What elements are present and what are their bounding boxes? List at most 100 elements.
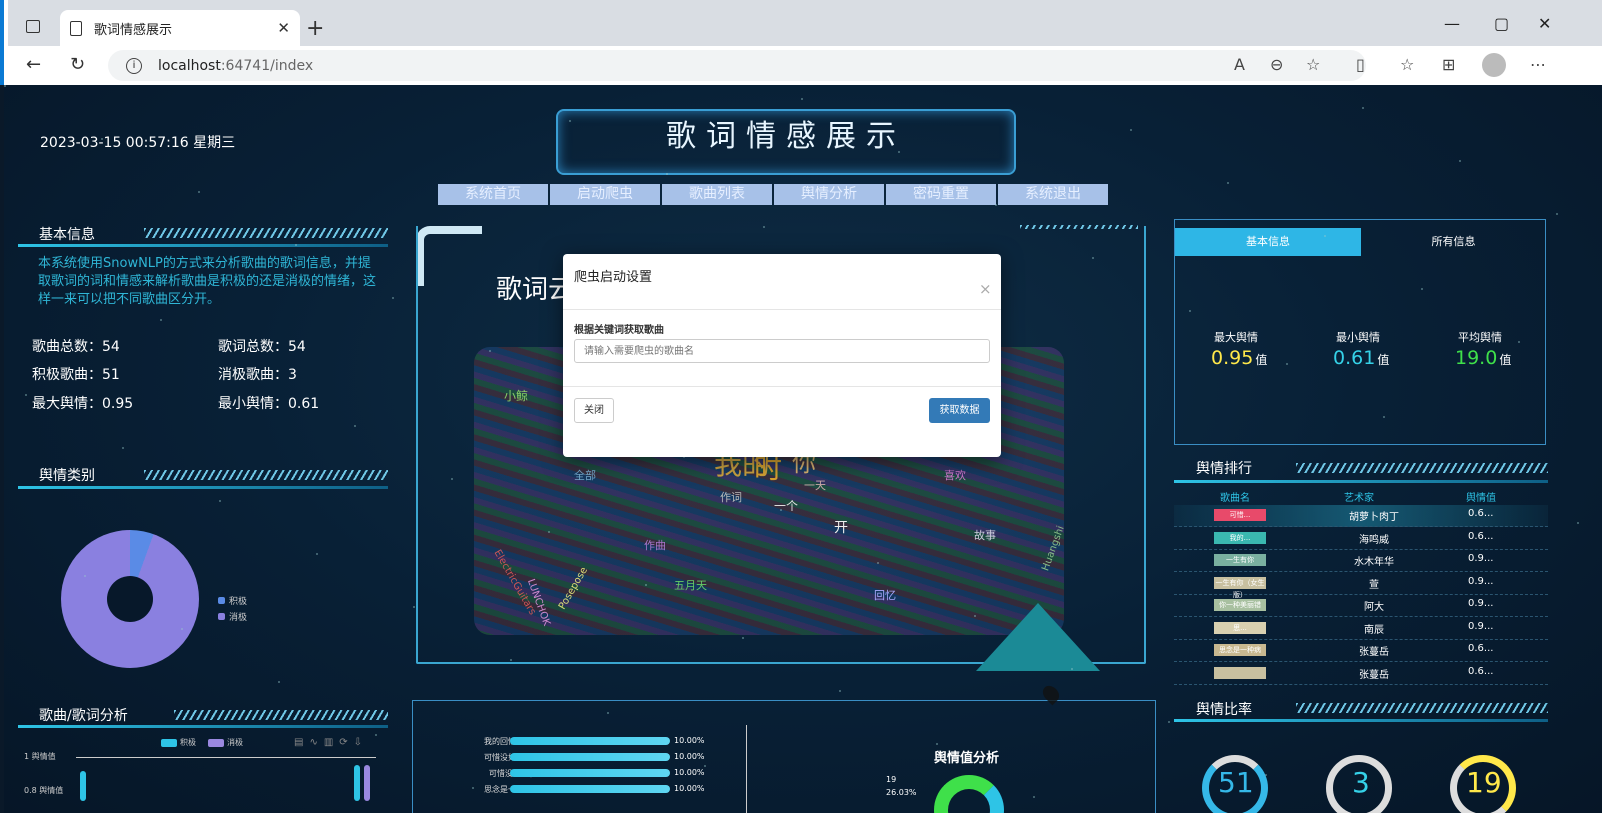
bar-value: 10.00% bbox=[674, 752, 705, 761]
bar-positive bbox=[354, 765, 360, 801]
artist-name: 萱 bbox=[1369, 579, 1379, 591]
fetch-data-button[interactable]: 获取数据 bbox=[929, 398, 990, 423]
artist-name: 海鸣威 bbox=[1359, 534, 1389, 546]
address-bar-row: ← ↻ i localhost:64741/index A ⊖ ☆ ▯ ☆ ⊞ … bbox=[8, 46, 1602, 85]
back-arrow-icon[interactable]: ← bbox=[26, 54, 41, 75]
table-row[interactable]: 一生有你 水木年华 0.9... bbox=[1174, 550, 1548, 572]
metric-unit: 值 bbox=[1255, 353, 1268, 367]
song-analysis-title: 歌曲/歌词分析 bbox=[39, 708, 128, 724]
star-decoration bbox=[1459, 160, 1461, 162]
decoration bbox=[976, 603, 1100, 671]
star-decoration bbox=[295, 244, 297, 246]
nav-sentiment[interactable]: 舆情分析 bbox=[774, 184, 884, 205]
metric-label: 最大舆情 bbox=[1214, 331, 1258, 344]
stat-positive: 积极歌曲：51 bbox=[32, 367, 120, 383]
star-decoration bbox=[25, 394, 27, 396]
browser-tab[interactable]: 歌词情感展示 ✕ bbox=[60, 10, 300, 46]
table-row[interactable]: 我的... 海鸣威 0.6... bbox=[1174, 528, 1548, 550]
favorite-add-icon[interactable]: ☆ bbox=[1306, 55, 1320, 74]
divider bbox=[1174, 719, 1548, 722]
sentiment-value: 0.9... bbox=[1468, 553, 1494, 564]
bar-value: 10.00% bbox=[674, 768, 705, 777]
new-tab-button[interactable]: + bbox=[306, 16, 324, 41]
star-decoration bbox=[1362, 107, 1364, 109]
star-decoration bbox=[489, 350, 491, 352]
star-decoration bbox=[666, 173, 668, 175]
favorites-icon[interactable]: ☆ bbox=[1400, 55, 1414, 74]
close-icon[interactable]: × bbox=[979, 280, 992, 298]
tab-actions-icon[interactable] bbox=[26, 20, 40, 33]
star-decoration bbox=[413, 606, 415, 608]
star-decoration bbox=[569, 120, 571, 122]
star-decoration bbox=[936, 743, 938, 745]
legend-negative[interactable]: 消极 bbox=[218, 610, 247, 623]
read-aloud-icon[interactable]: A bbox=[1234, 55, 1245, 74]
song-keyword-input[interactable] bbox=[574, 339, 990, 363]
legend-positive[interactable]: 积极 bbox=[218, 594, 247, 607]
decoration bbox=[1296, 463, 1548, 473]
star-decoration bbox=[607, 712, 609, 714]
close-window-button[interactable]: ✕ bbox=[1538, 14, 1551, 33]
legend-positive[interactable]: 积极 bbox=[161, 737, 196, 748]
song-name: 你一种美丽错 bbox=[1214, 599, 1266, 611]
ratio-value: 3 bbox=[1352, 766, 1370, 799]
column-header: 舆情值 bbox=[1466, 493, 1496, 504]
cloud-word: 一个 bbox=[774, 499, 799, 513]
page-title: 歌词情感展示 bbox=[666, 119, 906, 154]
ranking-title: 舆情排行 bbox=[1196, 461, 1252, 477]
table-row[interactable]: 思念是一种病 张蔓岳 0.6... bbox=[1174, 640, 1548, 662]
chart-toolbox-icon[interactable]: ▤∿▥⟳⇩ bbox=[294, 737, 368, 748]
divider bbox=[563, 386, 1001, 387]
close-button[interactable]: 关闭 bbox=[574, 398, 614, 423]
minimize-button[interactable]: — bbox=[1444, 14, 1460, 33]
nav-start-crawler[interactable]: 启动爬虫 bbox=[550, 184, 660, 205]
star-decoration bbox=[472, 787, 474, 789]
star-decoration bbox=[839, 690, 841, 692]
tab-basic-info[interactable]: 基本信息 bbox=[1175, 228, 1361, 256]
table-row[interactable]: 可惜... 胡萝卜肉丁 0.6... bbox=[1174, 505, 1548, 527]
metric-value: 19.0 值 bbox=[1455, 347, 1511, 369]
nav-home[interactable]: 系统首页 bbox=[438, 184, 548, 205]
divider bbox=[18, 725, 388, 728]
document-icon bbox=[70, 20, 82, 36]
maximize-button[interactable]: ▢ bbox=[1494, 14, 1509, 33]
close-tab-icon[interactable]: ✕ bbox=[277, 19, 290, 37]
star-decoration bbox=[63, 266, 65, 268]
collections-icon[interactable]: ⊞ bbox=[1442, 55, 1455, 74]
table-row[interactable]: 思... 南辰 0.9... bbox=[1174, 618, 1548, 640]
more-icon[interactable]: ⋯ bbox=[1530, 55, 1546, 74]
system-intro: 本系统使用SnowNLP的方式来分析歌曲的歌词信息，并提取歌词的词和情感来解析歌… bbox=[38, 256, 377, 307]
stat-min: 最小舆情：0.61 bbox=[218, 396, 320, 412]
profile-avatar[interactable] bbox=[1482, 53, 1506, 77]
bar-negative bbox=[364, 765, 370, 801]
zoom-icon[interactable]: ⊖ bbox=[1270, 55, 1283, 74]
info-icon[interactable]: i bbox=[126, 57, 142, 74]
star-decoration bbox=[375, 734, 377, 736]
cloud-word: Posepose bbox=[556, 565, 591, 612]
legend-negative[interactable]: 消极 bbox=[208, 737, 243, 748]
star-decoration bbox=[160, 319, 162, 321]
song-name: 思念是一种病 bbox=[1214, 644, 1266, 656]
legend-label: 消极 bbox=[227, 738, 243, 747]
nav-password-reset[interactable]: 密码重置 bbox=[886, 184, 996, 205]
metric-number: 0.61 bbox=[1333, 347, 1376, 369]
column-header: 歌曲名 bbox=[1220, 493, 1250, 504]
table-row[interactable]: 张蔓岳 0.6... bbox=[1174, 663, 1548, 685]
star-decoration bbox=[1092, 257, 1094, 259]
metric-value: 0.61 值 bbox=[1333, 347, 1389, 369]
split-screen-icon[interactable]: ▯ bbox=[1356, 55, 1365, 74]
star-decoration bbox=[1480, 469, 1482, 471]
cloud-word: 五月天 bbox=[674, 579, 707, 592]
url-bar[interactable]: i localhost:64741/index bbox=[108, 50, 1366, 81]
tab-all-info[interactable]: 所有信息 bbox=[1361, 228, 1546, 256]
refresh-icon[interactable]: ↻ bbox=[70, 54, 85, 75]
star-decoration bbox=[1421, 288, 1423, 290]
table-row[interactable]: 一生有你（女生版） 萱 0.9... bbox=[1174, 573, 1548, 599]
nav-logout[interactable]: 系统退出 bbox=[998, 184, 1108, 205]
song-name: 我的... bbox=[1214, 531, 1266, 544]
grid-line bbox=[76, 757, 376, 758]
table-row[interactable]: 你一种美丽错 阿大 0.9... bbox=[1174, 595, 1548, 617]
sentiment-value: 0.6... bbox=[1468, 643, 1494, 654]
star-decoration bbox=[645, 584, 647, 586]
nav-song-list[interactable]: 歌曲列表 bbox=[662, 184, 772, 205]
